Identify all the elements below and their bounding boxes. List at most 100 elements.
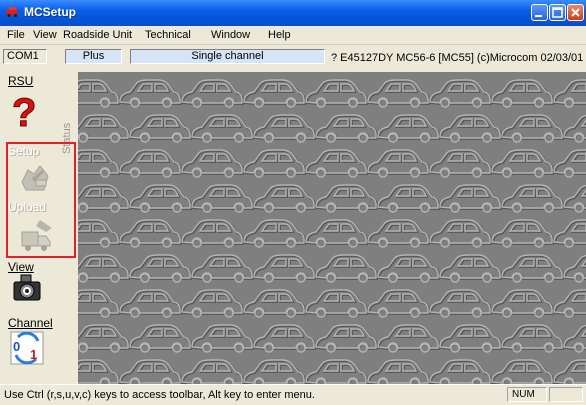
car-outline bbox=[315, 184, 378, 213]
car-outline bbox=[305, 359, 368, 384]
menu-window[interactable]: Window bbox=[211, 29, 250, 41]
svg-text:0: 0 bbox=[13, 339, 20, 354]
disabled-tools-highlight bbox=[6, 142, 76, 258]
car-outline bbox=[315, 254, 378, 283]
car-outline bbox=[119, 219, 182, 248]
car-outline bbox=[78, 324, 130, 353]
car-outline bbox=[501, 254, 564, 283]
car-outline bbox=[315, 114, 378, 143]
car-outline bbox=[119, 149, 182, 178]
car-outline bbox=[305, 289, 368, 318]
menu-technical[interactable]: Technical bbox=[145, 29, 191, 41]
car-outline bbox=[191, 184, 254, 213]
car-outline bbox=[563, 114, 586, 143]
car-outline bbox=[78, 254, 130, 283]
status-message: Use Ctrl (r,s,u,v,c) keys to access tool… bbox=[4, 389, 315, 401]
car-outline bbox=[78, 149, 120, 178]
status-bar: Use Ctrl (r,s,u,v,c) keys to access tool… bbox=[0, 384, 586, 405]
car-outline bbox=[553, 149, 586, 178]
camera-icon bbox=[13, 274, 41, 301]
menu-roadside-unit[interactable]: Roadside Unit bbox=[63, 29, 132, 41]
car-outline bbox=[377, 114, 440, 143]
car-outline bbox=[563, 324, 586, 353]
car-outline bbox=[439, 254, 502, 283]
channel-label: Channel bbox=[8, 316, 53, 330]
car-outline bbox=[305, 149, 368, 178]
car-outline bbox=[181, 289, 244, 318]
car-outline bbox=[191, 324, 254, 353]
car-outline bbox=[501, 184, 564, 213]
channel-mode-field: Single channel bbox=[130, 49, 325, 64]
car-outline bbox=[129, 184, 192, 213]
channel-button[interactable]: Channel 0 1 bbox=[6, 316, 72, 380]
car-outline bbox=[181, 359, 244, 384]
car-outline bbox=[563, 184, 586, 213]
car-outline bbox=[501, 324, 564, 353]
title-bar[interactable]: MCSetup bbox=[0, 0, 586, 26]
car-outline bbox=[78, 219, 120, 248]
car-outline bbox=[429, 359, 492, 384]
minimize-icon bbox=[535, 15, 542, 17]
car-outline bbox=[243, 219, 306, 248]
firmware-info: ? E45127DY MC56-6 [MC55] (c)Microcom 02/… bbox=[331, 52, 584, 64]
maximize-icon bbox=[552, 7, 563, 18]
svg-text:?: ? bbox=[12, 91, 36, 134]
car-outline bbox=[119, 79, 182, 108]
car-outline bbox=[253, 254, 316, 283]
car-outline bbox=[315, 324, 378, 353]
menu-help[interactable]: Help bbox=[268, 29, 291, 41]
car-outline bbox=[78, 184, 130, 213]
maximize-button[interactable] bbox=[549, 4, 566, 21]
car-outline bbox=[243, 149, 306, 178]
port-field: COM1 bbox=[3, 49, 47, 64]
channel-switch-icon: 0 1 bbox=[10, 331, 44, 365]
app-car-icon bbox=[6, 7, 18, 18]
menu-bar: File View Roadside Unit Technical Window… bbox=[0, 26, 586, 45]
car-outline bbox=[78, 114, 130, 143]
view-label: View bbox=[8, 260, 34, 274]
menu-file[interactable]: File bbox=[7, 29, 25, 41]
car-outline bbox=[119, 359, 182, 384]
status-panel-empty bbox=[549, 387, 583, 402]
view-button[interactable]: View bbox=[6, 260, 72, 314]
car-outline bbox=[253, 114, 316, 143]
mode-field: Plus bbox=[65, 49, 122, 64]
car-outline bbox=[243, 359, 306, 384]
car-outline bbox=[191, 254, 254, 283]
car-outline bbox=[553, 79, 586, 108]
car-outline bbox=[191, 114, 254, 143]
car-outline bbox=[243, 289, 306, 318]
minimize-button[interactable] bbox=[531, 4, 548, 21]
car-outline bbox=[491, 79, 554, 108]
rsu-label: RSU bbox=[8, 74, 34, 88]
app-window: MCSetup File View Roadside Unit Technica… bbox=[0, 0, 586, 405]
car-outline bbox=[181, 219, 244, 248]
car-outline bbox=[439, 324, 502, 353]
car-outline bbox=[367, 359, 430, 384]
question-mark-icon: ? bbox=[12, 91, 37, 135]
svg-text:1: 1 bbox=[30, 347, 37, 362]
car-outline bbox=[553, 359, 586, 384]
close-button[interactable] bbox=[567, 4, 584, 21]
car-outline bbox=[78, 79, 120, 108]
car-outline bbox=[129, 254, 192, 283]
car-outline bbox=[129, 114, 192, 143]
car-outline bbox=[491, 289, 554, 318]
car-outline bbox=[367, 79, 430, 108]
car-outline bbox=[243, 79, 306, 108]
workspace-canvas bbox=[78, 72, 586, 384]
car-outline bbox=[553, 289, 586, 318]
car-outline bbox=[305, 79, 368, 108]
car-outline bbox=[253, 184, 316, 213]
car-outline bbox=[119, 289, 182, 318]
menu-view[interactable]: View bbox=[33, 29, 57, 41]
car-outline bbox=[491, 149, 554, 178]
car-outline bbox=[78, 289, 120, 318]
car-outline bbox=[181, 79, 244, 108]
car-outline bbox=[129, 324, 192, 353]
car-outline bbox=[439, 184, 502, 213]
car-outline bbox=[367, 149, 430, 178]
car-outline bbox=[429, 219, 492, 248]
car-outline bbox=[377, 184, 440, 213]
close-icon bbox=[571, 8, 580, 17]
